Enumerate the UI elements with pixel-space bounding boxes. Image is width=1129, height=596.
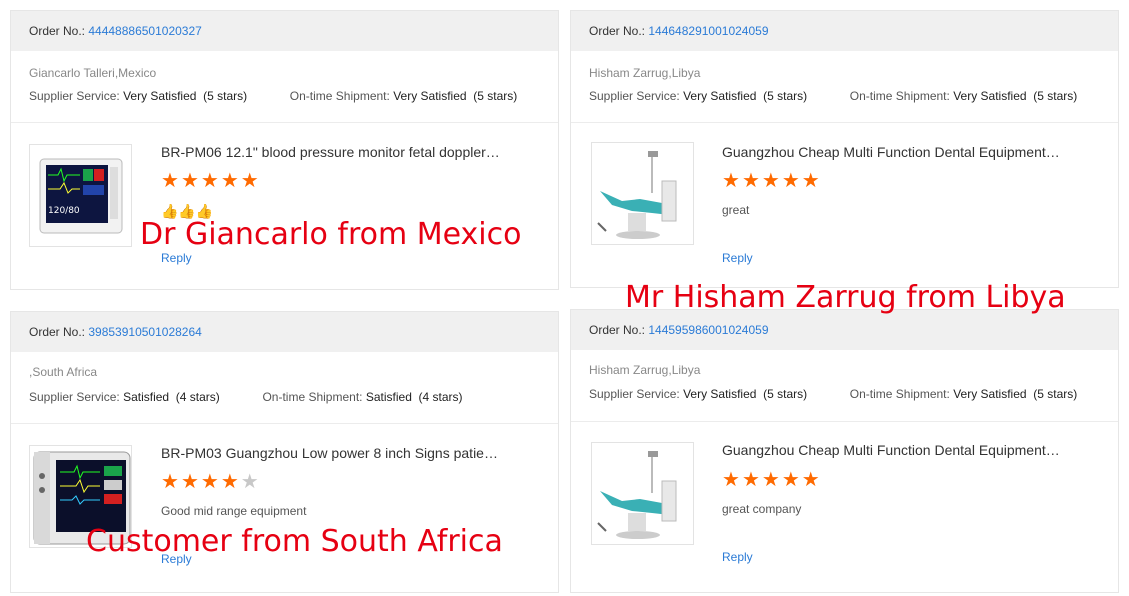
divider [11, 122, 558, 123]
order-label: Order No.: [29, 24, 86, 38]
divider [571, 122, 1118, 123]
ratings-row: Supplier Service: Very Satisfied (5 star… [589, 387, 1077, 401]
supplier-service-value: Very Satisfied (5 stars) [683, 387, 808, 401]
star-filled-icon: ★ [722, 170, 742, 192]
supplier-service-label: Supplier Service: [29, 89, 120, 103]
star-filled-icon: ★ [200, 170, 221, 192]
divider [11, 423, 558, 424]
product-title[interactable]: Guangzhou Cheap Multi Function Dental Eq… [722, 144, 1060, 160]
star-filled-icon: ★ [220, 471, 241, 493]
supplier-service-value: Satisfied (4 stars) [123, 390, 220, 404]
star-filled-icon: ★ [741, 469, 762, 491]
buyer-name: Giancarlo Talleri,Mexico [29, 66, 157, 80]
order-number-link[interactable]: 44448886501020327 [88, 24, 201, 38]
star-rating: ★★★★★ [722, 171, 822, 191]
shipment-label: On-time Shipment: [849, 89, 950, 103]
star-filled-icon: ★ [761, 170, 782, 192]
order-label: Order No.: [29, 325, 86, 339]
overlay-caption-libya: Mr Hisham Zarrug from Libya [625, 280, 1066, 315]
star-filled-icon: ★ [801, 469, 822, 491]
supplier-service-value: Very Satisfied (5 stars) [683, 89, 808, 103]
review-comment: great company [722, 502, 802, 516]
review-comment: Good mid range equipment [161, 504, 307, 518]
reply-link[interactable]: Reply [722, 251, 753, 265]
star-filled-icon: ★ [200, 471, 221, 493]
review-comment: great [722, 203, 750, 217]
overlay-caption-south-africa: Customer from South Africa [86, 524, 503, 559]
review-card-4: Order No.: 144595986001024059 Hisham Zar… [570, 309, 1119, 593]
star-rating: ★★★★★ [722, 470, 822, 490]
star-filled-icon: ★ [161, 170, 181, 192]
star-filled-icon: ★ [781, 170, 802, 192]
star-filled-icon: ★ [722, 469, 742, 491]
supplier-service-label: Supplier Service: [589, 387, 680, 401]
overlay-caption-mexico: Dr Giancarlo from Mexico [140, 217, 522, 252]
shipment-label: On-time Shipment: [262, 390, 363, 404]
order-number-link[interactable]: 144595986001024059 [648, 323, 768, 337]
patient-monitor-image: 120/80 [39, 158, 123, 234]
star-filled-icon: ★ [801, 170, 822, 192]
supplier-service-value: Very Satisfied (5 stars) [123, 89, 248, 103]
dental-chair-image [597, 451, 677, 539]
monitor-bp-reading: 120/80 [48, 206, 80, 216]
order-header: Order No.: 144595986001024059 [571, 310, 1118, 350]
product-title[interactable]: Guangzhou Cheap Multi Function Dental Eq… [722, 442, 1060, 458]
star-rating: ★★★★★ [161, 171, 261, 191]
star-empty-icon: ★ [240, 471, 261, 493]
product-thumbnail[interactable] [591, 142, 694, 245]
order-header: Order No.: 44448886501020327 [11, 11, 558, 51]
star-filled-icon: ★ [180, 170, 201, 192]
buyer-name: Hisham Zarrug,Libya [589, 66, 701, 80]
order-number-link[interactable]: 39853910501028264 [88, 325, 201, 339]
ratings-row: Supplier Service: Very Satisfied (5 star… [589, 89, 1077, 103]
star-rating: ★★★★★ [161, 472, 261, 492]
order-number-link[interactable]: 144648291001024059 [648, 24, 768, 38]
star-filled-icon: ★ [761, 469, 782, 491]
star-filled-icon: ★ [220, 170, 241, 192]
order-header: Order No.: 39853910501028264 [11, 312, 558, 352]
order-label: Order No.: [589, 323, 646, 337]
dental-chair-image [597, 151, 677, 239]
ratings-row: Supplier Service: Very Satisfied (5 star… [29, 89, 517, 103]
order-label: Order No.: [589, 24, 646, 38]
star-filled-icon: ★ [240, 170, 261, 192]
star-filled-icon: ★ [180, 471, 201, 493]
product-thumbnail[interactable] [591, 442, 694, 545]
shipment-value: Very Satisfied (5 stars) [953, 387, 1078, 401]
supplier-service-label: Supplier Service: [29, 390, 120, 404]
order-header: Order No.: 144648291001024059 [571, 11, 1118, 51]
reply-link[interactable]: Reply [161, 251, 192, 265]
shipment-value: Very Satisfied (5 stars) [393, 89, 518, 103]
product-title[interactable]: BR-PM03 Guangzhou Low power 8 inch Signs… [161, 445, 498, 461]
shipment-value: Satisfied (4 stars) [365, 390, 463, 404]
shipment-label: On-time Shipment: [849, 387, 950, 401]
star-filled-icon: ★ [741, 170, 762, 192]
divider [571, 421, 1118, 422]
star-filled-icon: ★ [161, 471, 181, 493]
shipment-label: On-time Shipment: [289, 89, 390, 103]
star-filled-icon: ★ [781, 469, 802, 491]
product-title[interactable]: BR-PM06 12.1" blood pressure monitor fet… [161, 144, 500, 160]
supplier-service-label: Supplier Service: [589, 89, 680, 103]
ratings-row: Supplier Service: Satisfied (4 stars) On… [29, 390, 463, 404]
review-card-2: Order No.: 144648291001024059 Hisham Zar… [570, 10, 1119, 288]
reply-link[interactable]: Reply [722, 550, 753, 564]
buyer-name: ,South Africa [29, 365, 98, 379]
product-thumbnail[interactable]: 120/80 [29, 144, 132, 247]
buyer-name: Hisham Zarrug,Libya [589, 363, 701, 377]
shipment-value: Very Satisfied (5 stars) [953, 89, 1078, 103]
